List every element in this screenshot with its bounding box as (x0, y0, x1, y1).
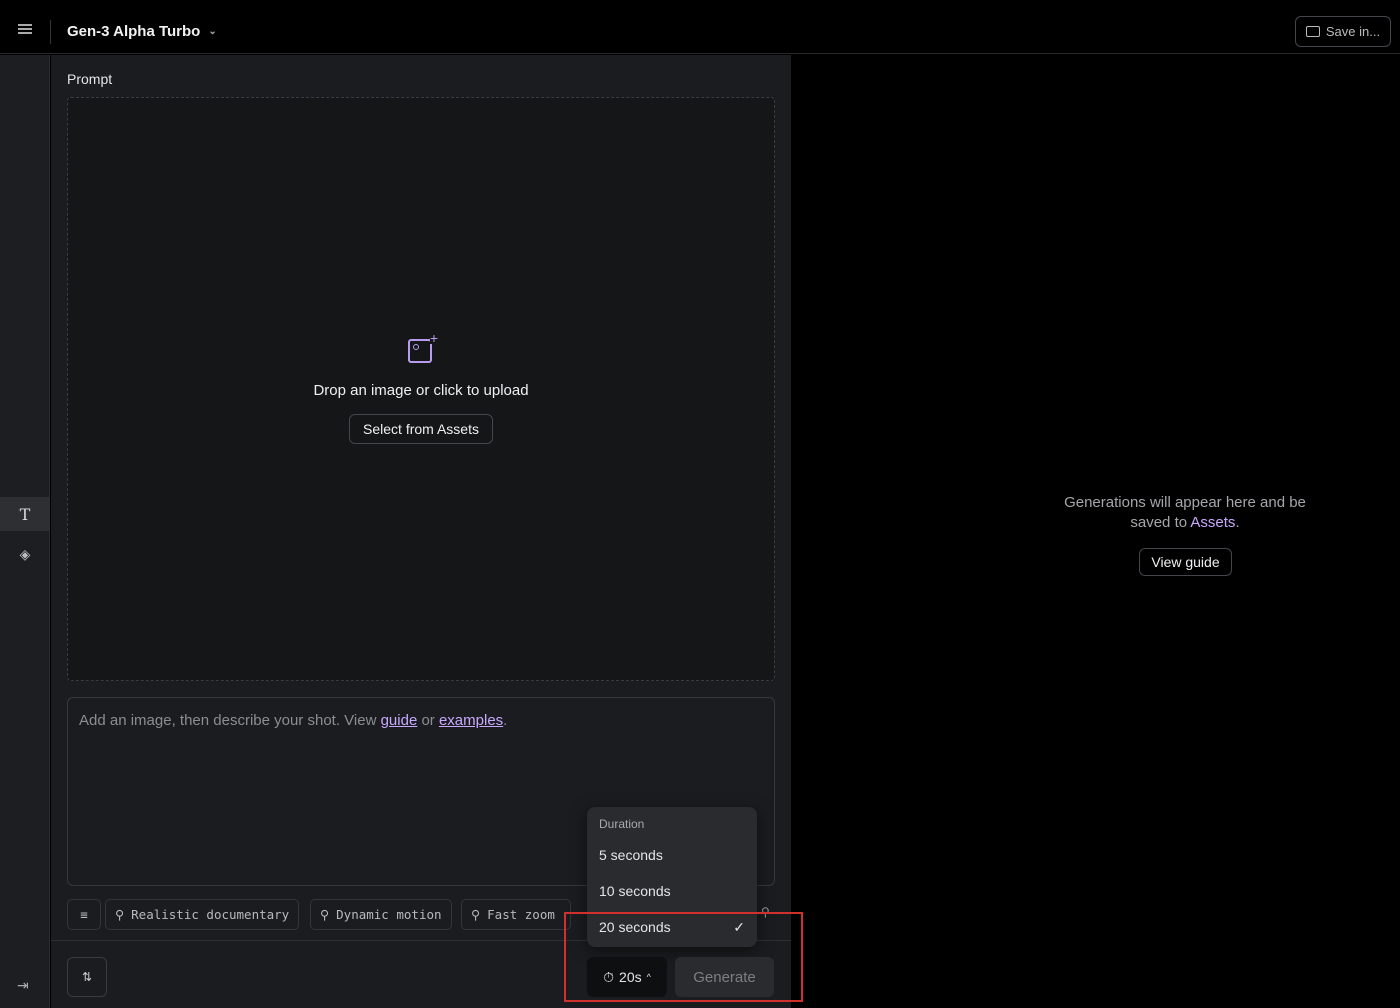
divider (50, 20, 51, 44)
select-from-assets-button[interactable]: Select from Assets (349, 414, 493, 444)
message-line: saved to (1130, 514, 1191, 531)
chip-dynamic-motion[interactable]: ⚲ Dynamic motion (310, 899, 452, 930)
save-in-button[interactable]: Save in... (1295, 16, 1391, 47)
period: . (1235, 514, 1240, 531)
folder-icon (1305, 26, 1320, 37)
chip-realistic-documentary[interactable]: ⚲ Realistic documentary (105, 899, 300, 930)
lightbulb-icon: ⚲ (471, 907, 481, 922)
placeholder-text: Add an image, then describe your shot. V… (79, 712, 381, 729)
image-upload-dropzone[interactable]: + Drop an image or click to upload Selec… (67, 97, 775, 681)
chip-fast-zoom[interactable]: ⚲ Fast zoom (461, 899, 571, 930)
duration-menu-title: Duration (599, 817, 645, 831)
message-line: Generations will appear here and be (1064, 494, 1306, 511)
chip-label: Realistic documentary (131, 907, 290, 922)
option-label: 5 seconds (599, 847, 663, 863)
settings-button[interactable]: ⇅ (67, 957, 107, 997)
empty-output-message: Generations will appear here and be save… (1000, 493, 1370, 533)
model-selector[interactable]: Gen-3 Alpha Turbo ⌄ (67, 23, 217, 40)
list-icon: ≡ (80, 907, 88, 922)
layers-button[interactable]: ◈ (0, 537, 50, 571)
layers-icon: ◈ (19, 545, 31, 562)
duration-option-5s[interactable]: 5 seconds (587, 837, 757, 873)
text-icon: T (19, 504, 31, 524)
image-add-icon: + (408, 331, 438, 363)
lightbulb-icon: ⚲ (320, 907, 330, 922)
menu-icon[interactable] (18, 24, 32, 34)
assets-link[interactable]: Assets (1190, 514, 1235, 531)
collapse-panel-icon[interactable]: ⇥ (17, 977, 29, 994)
view-guide-button[interactable]: View guide (1139, 548, 1232, 576)
chip-label: Fast zoom (487, 907, 555, 922)
save-in-label: Save in... (1325, 24, 1381, 39)
text-mode-button[interactable]: T (0, 497, 50, 531)
lightbulb-icon: ⚲ (115, 907, 125, 922)
chip-label: Dynamic motion (336, 907, 442, 922)
duration-option-10s[interactable]: 10 seconds (587, 873, 757, 909)
top-bar: Gen-3 Alpha Turbo ⌄ Save in... (0, 0, 1400, 54)
chevron-down-icon: ⌄ (208, 26, 217, 37)
model-name: Gen-3 Alpha Turbo (67, 23, 201, 40)
sliders-icon: ⇅ (81, 970, 93, 984)
or-text: or (417, 712, 439, 729)
option-label: 10 seconds (599, 883, 671, 899)
highlight-box (564, 912, 803, 1002)
upload-text: Drop an image or click to upload (313, 382, 529, 399)
left-rail: T ◈ ⇥ (0, 55, 50, 1008)
prompt-label: Prompt (67, 71, 113, 87)
guide-link[interactable]: guide (381, 712, 418, 729)
period-text: . (503, 712, 508, 729)
presets-list-button[interactable]: ≡ (67, 899, 101, 930)
examples-link[interactable]: examples (439, 712, 503, 729)
